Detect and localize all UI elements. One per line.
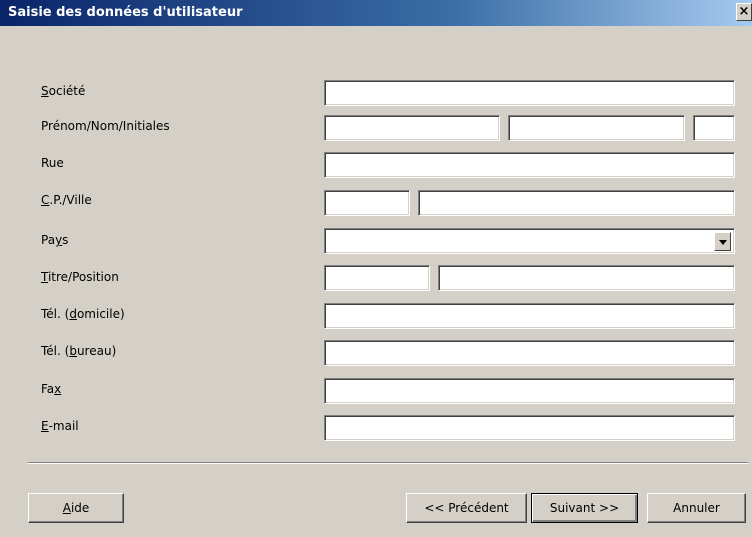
titre-field[interactable] bbox=[324, 265, 430, 291]
label-prenom-nom-initiales: Prénom/Nom/Initiales bbox=[41, 119, 170, 133]
close-icon: × bbox=[738, 4, 750, 19]
cp-field[interactable] bbox=[324, 190, 410, 216]
label-email: E-mail bbox=[41, 419, 79, 433]
label-fax: Fax bbox=[41, 382, 62, 396]
prenom-field[interactable] bbox=[324, 115, 500, 141]
separator bbox=[28, 462, 748, 464]
label-tel-domicile: Tél. (domicile) bbox=[41, 307, 125, 321]
pays-dropdown[interactable] bbox=[324, 228, 735, 254]
position-field[interactable] bbox=[438, 265, 735, 291]
label-societe: Société bbox=[41, 84, 86, 98]
nom-field[interactable] bbox=[508, 115, 685, 141]
title-bar: Saisie des données d'utilisateur × bbox=[0, 0, 752, 26]
label-pays: Pays bbox=[41, 233, 69, 247]
ville-field[interactable] bbox=[418, 190, 735, 216]
back-button[interactable]: << Précédent bbox=[406, 493, 527, 523]
dialog-title: Saisie des données d'utilisateur bbox=[8, 5, 243, 20]
fax-field[interactable] bbox=[324, 378, 735, 404]
chevron-down-icon[interactable] bbox=[714, 232, 731, 251]
user-data-dialog: Saisie des données d'utilisateur × Socié… bbox=[0, 0, 752, 537]
tel-domicile-field[interactable] bbox=[324, 303, 735, 329]
label-cp-ville: C.P./Ville bbox=[41, 193, 92, 207]
next-button[interactable]: Suivant >> bbox=[531, 493, 638, 523]
societe-field[interactable] bbox=[324, 80, 735, 106]
label-tel-bureau: Tél. (bureau) bbox=[41, 344, 117, 358]
cancel-button[interactable]: Annuler bbox=[647, 493, 746, 523]
tel-bureau-field[interactable] bbox=[324, 340, 735, 366]
close-button[interactable]: × bbox=[736, 3, 752, 21]
initiales-field[interactable] bbox=[693, 115, 735, 141]
rue-field[interactable] bbox=[324, 152, 735, 178]
label-titre-position: Titre/Position bbox=[41, 270, 119, 284]
help-button[interactable]: Aide bbox=[28, 493, 124, 523]
label-rue: Rue bbox=[41, 156, 64, 170]
email-field[interactable] bbox=[324, 415, 735, 441]
